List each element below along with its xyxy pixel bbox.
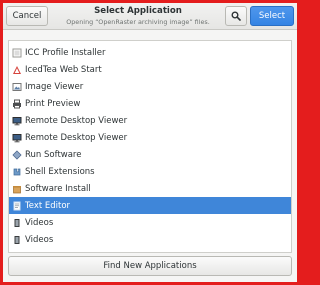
list-item-label: IcedTea Web Start [25, 64, 102, 75]
list-item-image-viewer[interactable]: Image Viewer [9, 78, 291, 95]
remote-desktop-icon [12, 133, 22, 143]
cancel-button[interactable]: Cancel [6, 6, 48, 26]
list-item-run-software[interactable]: Run Software [9, 146, 291, 163]
image-viewer-icon [12, 82, 22, 92]
run-software-icon [12, 149, 22, 160]
text-editor-icon [12, 201, 22, 211]
list-item-label: ICC Profile Installer [25, 47, 106, 58]
application-list: ICC Profile Installer IcedTea Web Start … [8, 40, 292, 253]
list-item-label: Image Viewer [25, 81, 84, 92]
software-install-icon [12, 184, 22, 194]
search-button[interactable] [225, 6, 247, 26]
search-icon [231, 11, 241, 21]
list-item-label: Remote Desktop Viewer [25, 115, 128, 126]
list-item-label: Shell Extensions [25, 166, 95, 177]
list-item-label: Videos [25, 234, 54, 245]
list-item-label: Run Software [25, 149, 82, 160]
icedtea-icon [12, 65, 22, 75]
list-item-label: Text Editor [25, 200, 71, 211]
list-item-label: Print Preview [25, 98, 81, 109]
videos-icon [12, 218, 22, 228]
list-item-remote-desktop-viewer[interactable]: Remote Desktop Viewer [9, 112, 291, 129]
find-new-applications-button[interactable]: Find New Applications [8, 256, 292, 276]
list-item-label: Software Install [25, 183, 91, 194]
list-item-label: Videos [25, 217, 54, 228]
list-item-videos[interactable]: Videos [9, 214, 291, 231]
list-item-label: Remote Desktop Viewer [25, 132, 128, 143]
dialog-title: Select Application [94, 6, 182, 16]
list-item-videos[interactable]: Videos [9, 231, 291, 248]
list-item-shell-extensions[interactable]: Shell Extensions [9, 163, 291, 180]
remote-desktop-icon [12, 116, 22, 126]
icc-profile-icon [12, 48, 22, 58]
videos-icon [12, 235, 22, 245]
header-bar: Cancel Select Application Opening “OpenR… [3, 3, 297, 30]
list-item-icc-profile-installer[interactable]: ICC Profile Installer [9, 44, 291, 61]
dialog-subtitle: Opening “OpenRaster archiving image” fil… [66, 18, 210, 26]
list-item-remote-desktop-viewer[interactable]: Remote Desktop Viewer [9, 129, 291, 146]
print-preview-icon [12, 99, 22, 109]
list-item-print-preview[interactable]: Print Preview [9, 95, 291, 112]
shell-extensions-icon [12, 167, 22, 177]
select-button[interactable]: Select [250, 6, 294, 26]
list-item-software-install[interactable]: Software Install [9, 180, 291, 197]
list-item-icedtea-web-start[interactable]: IcedTea Web Start [9, 61, 291, 78]
list-item-text-editor[interactable]: Text Editor [9, 197, 291, 214]
select-application-dialog: Cancel Select Application Opening “OpenR… [3, 3, 297, 282]
